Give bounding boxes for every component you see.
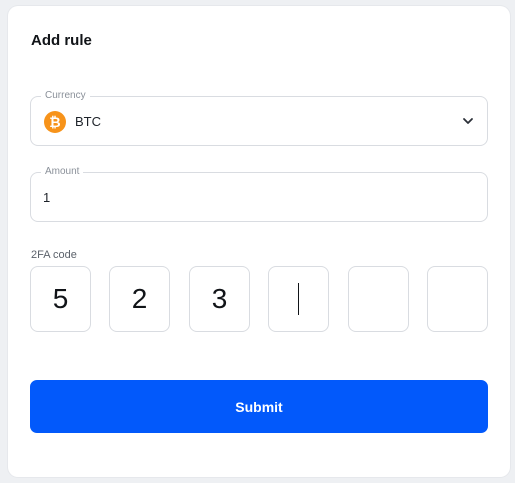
twofa-digit-6[interactable] bbox=[427, 266, 488, 332]
twofa-digit-5[interactable] bbox=[348, 266, 409, 332]
form-title: Add rule bbox=[31, 32, 92, 49]
twofa-label: 2FA code bbox=[31, 249, 77, 261]
twofa-digit-1[interactable]: 5 bbox=[30, 266, 91, 332]
bitcoin-icon: ₿ bbox=[44, 111, 66, 133]
twofa-digit-4[interactable] bbox=[268, 266, 329, 332]
amount-input[interactable] bbox=[43, 187, 463, 207]
submit-button[interactable]: Submit bbox=[30, 380, 488, 433]
text-cursor bbox=[297, 282, 300, 315]
twofa-digit-3[interactable]: 3 bbox=[189, 266, 250, 332]
amount-label: Amount bbox=[41, 166, 84, 178]
currency-label: Currency bbox=[41, 90, 90, 102]
currency-value: BTC bbox=[75, 114, 101, 129]
currency-select[interactable]: Currency ₿ BTC bbox=[30, 90, 488, 146]
twofa-code-inputs: 5 2 3 bbox=[30, 266, 488, 332]
twofa-digit-2[interactable]: 2 bbox=[109, 266, 170, 332]
add-rule-card: Add rule Currency ₿ BTC Amount 2FA code … bbox=[8, 6, 510, 477]
chevron-down-icon[interactable] bbox=[461, 114, 475, 128]
amount-field: Amount bbox=[30, 166, 488, 222]
